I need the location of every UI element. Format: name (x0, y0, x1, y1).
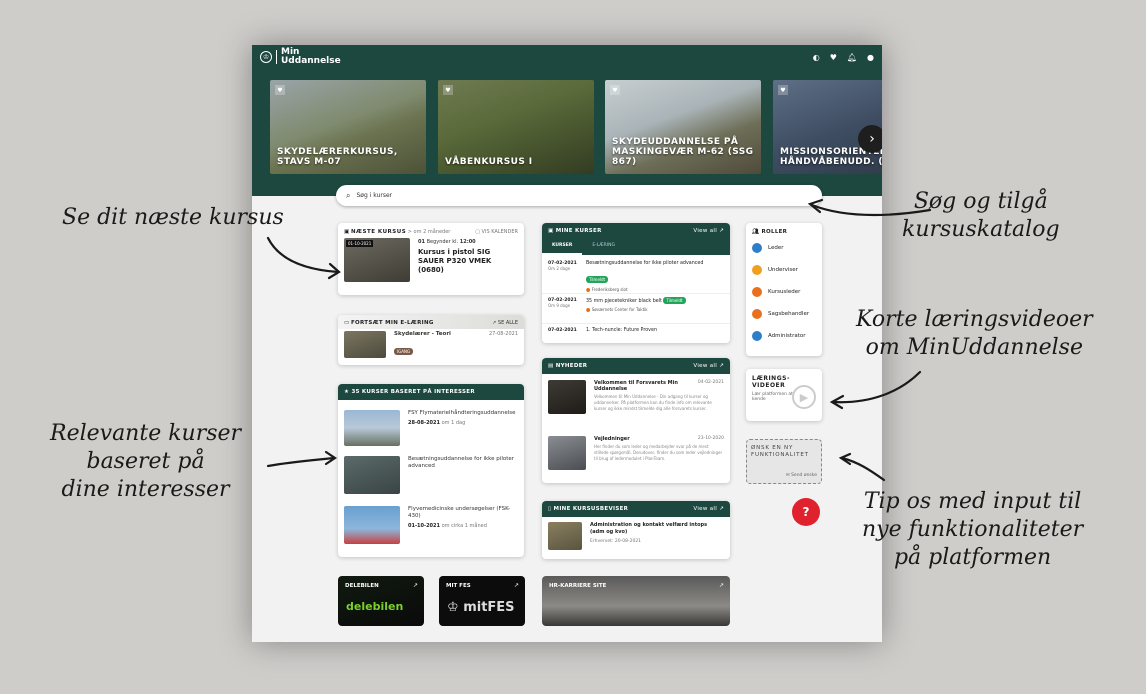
arrow-next-course (266, 236, 340, 274)
arrow-videos (831, 370, 922, 404)
arrow-search (810, 203, 932, 217)
annotation-arrows (266, 198, 932, 482)
arrow-interests (266, 456, 336, 468)
arrow-wish (840, 456, 886, 482)
